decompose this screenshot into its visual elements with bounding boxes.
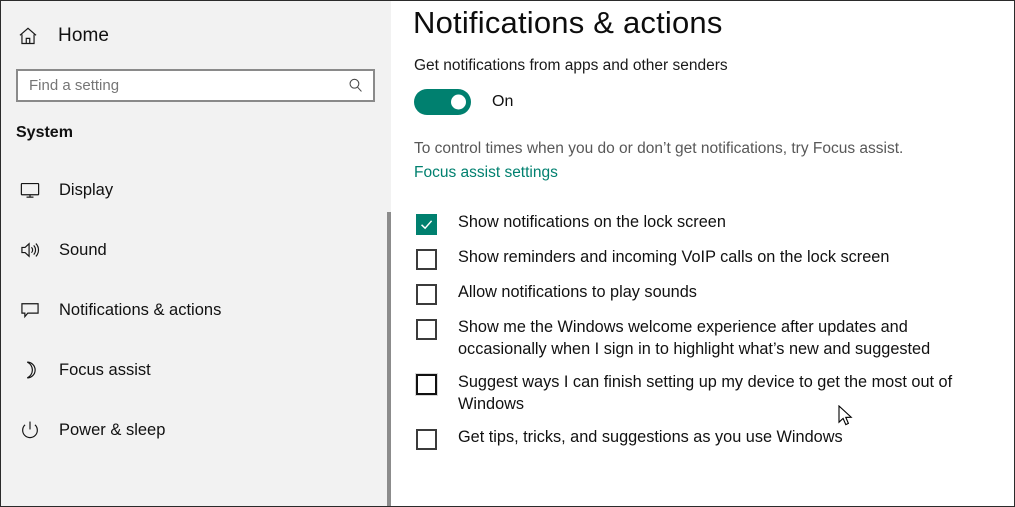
settings-window: Home System Displ [0,0,1015,507]
page-title: Notifications & actions [413,5,993,43]
notifications-toggle-row: On [414,89,513,115]
checkbox-row-reminders-voip[interactable]: Show reminders and incoming VoIP calls o… [416,247,1004,270]
chat-bubble-icon [17,297,43,323]
sidebar-item-label: Sound [59,240,107,259]
checkbox-row-lock-screen-notifications[interactable]: Show notifications on the lock screen [416,212,1004,235]
checkbox-tips-tricks[interactable] [416,429,437,450]
monitor-icon [17,177,43,203]
checkbox-label: Get tips, tricks, and suggestions as you… [458,428,843,446]
checkbox-play-sounds[interactable] [416,284,437,305]
focus-assist-hint: To control times when you do or don’t ge… [414,140,904,157]
checkbox-row-tips-tricks[interactable]: Get tips, tricks, and suggestions as you… [416,427,1004,450]
home-label: Home [58,25,110,46]
sidebar-group-title: System [16,124,73,141]
sidebar-item-display[interactable]: Display [1,170,391,210]
notifications-toggle[interactable] [414,89,471,115]
content-pane: Notifications & actions Get notification… [391,1,1014,506]
checkbox-label: Show me the Windows welcome experience a… [458,318,931,358]
sidebar-nav-list: Display Sound Notifications & actions Fo… [1,170,391,450]
search-box[interactable] [16,69,375,102]
moon-icon [17,357,43,383]
sidebar-item-label: Display [59,180,114,199]
toggle-knob [451,94,466,110]
sidebar-item-notifications-actions[interactable]: Notifications & actions [1,290,391,330]
checkbox-lock-screen-notifications[interactable] [416,214,437,235]
checkbox-row-play-sounds[interactable]: Allow notifications to play sounds [416,282,1004,305]
checkbox-label: Allow notifications to play sounds [458,283,697,301]
sidebar-item-label: Power & sleep [59,420,166,439]
sidebar-item-label: Notifications & actions [59,300,222,319]
checkbox-suggest-ways[interactable] [416,374,437,395]
home-icon [15,23,41,49]
checkbox-row-welcome-experience[interactable]: Show me the Windows welcome experience a… [416,317,1004,360]
search-icon[interactable] [346,77,364,95]
checkbox-label: Show reminders and incoming VoIP calls o… [458,248,890,266]
checkbox-reminders-voip[interactable] [416,249,437,270]
checkbox-label: Show notifications on the lock screen [458,213,726,231]
checkbox-welcome-experience[interactable] [416,319,437,340]
checkbox-row-suggest-ways[interactable]: Suggest ways I can finish setting up my … [416,372,1004,415]
toggle-state-label: On [492,93,514,110]
home-nav-item[interactable]: Home [15,21,391,51]
sidebar-item-focus-assist[interactable]: Focus assist [1,350,391,390]
speaker-icon [17,237,43,263]
sidebar: Home System Displ [1,1,391,506]
sidebar-item-sound[interactable]: Sound [1,230,391,270]
sidebar-item-label: Focus assist [59,360,151,379]
search-input[interactable] [29,71,346,100]
power-icon [17,417,43,443]
section-subtitle: Get notifications from apps and other se… [414,57,728,74]
checkbox-label: Suggest ways I can finish setting up my … [458,373,953,413]
focus-assist-settings-link[interactable]: Focus assist settings [414,164,558,182]
sidebar-item-power-sleep[interactable]: Power & sleep [1,410,391,450]
notification-options-list: Show notifications on the lock screen Sh… [416,212,1004,462]
